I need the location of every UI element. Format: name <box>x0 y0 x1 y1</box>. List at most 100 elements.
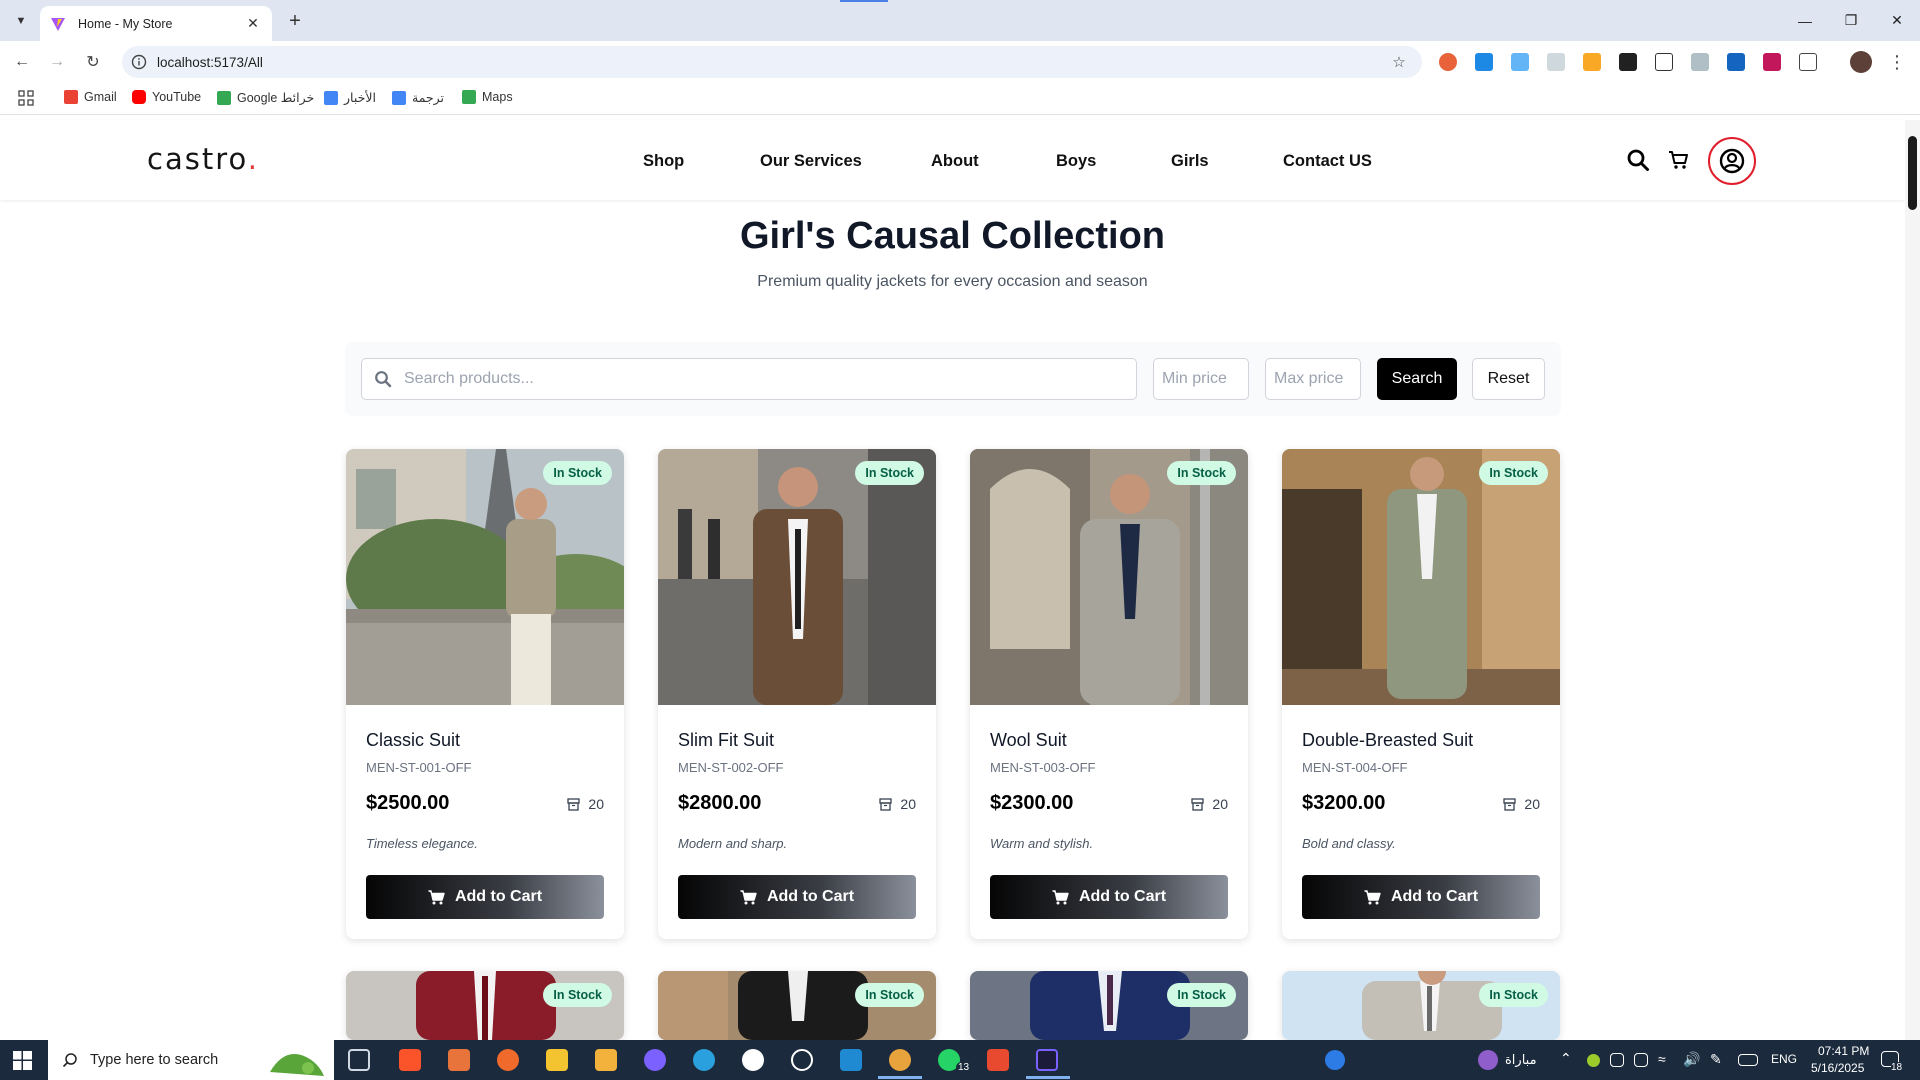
tray-app-icon[interactable] <box>1587 1054 1600 1067</box>
store-logo[interactable]: castro. <box>147 142 259 176</box>
sticky-notes-icon[interactable] <box>546 1049 568 1071</box>
reset-button[interactable]: Reset <box>1472 358 1545 400</box>
extension-ruler-icon[interactable] <box>1583 53 1601 71</box>
site-info-icon[interactable] <box>131 54 147 70</box>
url-text[interactable]: localhost:5173/All <box>157 55 1388 70</box>
bookmark-google-maps[interactable]: Google خرائط <box>217 90 314 105</box>
reload-icon[interactable]: ↻ <box>80 49 106 75</box>
profile-avatar[interactable] <box>1850 51 1872 73</box>
address-bar[interactable]: localhost:5173/All ☆ <box>122 46 1422 78</box>
apps-grid-icon[interactable] <box>18 90 34 106</box>
add-to-cart-button[interactable]: Add to Cart <box>678 875 916 919</box>
bookmark-gmail[interactable]: Gmail <box>64 90 117 104</box>
add-to-cart-button[interactable]: Add to Cart <box>990 875 1228 919</box>
product-name[interactable]: Slim Fit Suit <box>678 730 774 751</box>
nav-boys[interactable]: Boys <box>1056 152 1096 171</box>
page-scrollbar[interactable] <box>1905 120 1920 1040</box>
extension-downloader-icon[interactable] <box>1763 53 1781 71</box>
product-name[interactable]: Classic Suit <box>366 730 460 751</box>
bookmark-star-icon[interactable]: ☆ <box>1388 53 1410 71</box>
task-view-icon[interactable] <box>348 1049 370 1071</box>
search-input[interactable] <box>404 370 1136 388</box>
product-image[interactable]: In Stock <box>658 449 936 705</box>
extension-download-icon[interactable] <box>1475 53 1493 71</box>
browser-menu-icon[interactable]: ⋮ <box>1884 49 1910 75</box>
min-price-input[interactable] <box>1153 358 1249 400</box>
tab-close-icon[interactable]: ✕ <box>244 15 262 32</box>
bookmark-maps[interactable]: Maps <box>462 90 513 104</box>
tray-meet-icon[interactable] <box>1610 1053 1624 1067</box>
product-card[interactable]: In Stock Classic Suit MEN-ST-001-OFF $25… <box>346 449 624 939</box>
browser-tab-active[interactable]: Home - My Store ✕ <box>40 6 272 41</box>
scrollbar-thumb[interactable] <box>1908 136 1917 210</box>
bookmark-news[interactable]: الأخبار <box>324 90 376 105</box>
windows-start-icon[interactable] <box>13 1051 32 1070</box>
weather-widget-icon[interactable] <box>1478 1050 1498 1070</box>
product-image[interactable]: In Stock <box>1282 449 1560 705</box>
wifi-icon[interactable]: ≈ <box>1658 1051 1666 1067</box>
product-image[interactable]: In Stock <box>658 971 936 1040</box>
extension-save-icon[interactable] <box>1727 53 1745 71</box>
restore-button[interactable]: ❐ <box>1828 0 1874 41</box>
chatgpt-icon[interactable] <box>791 1049 813 1071</box>
extensions-puzzle-icon[interactable] <box>1799 53 1817 71</box>
weather-label[interactable]: مباراة <box>1505 1052 1537 1068</box>
product-name[interactable]: Double-Breasted Suit <box>1302 730 1473 751</box>
phpstorm-icon[interactable] <box>1036 1049 1058 1071</box>
copilot-icon[interactable] <box>644 1049 666 1071</box>
language-indicator[interactable]: ENG <box>1771 1052 1797 1066</box>
product-card[interactable]: In Stock Slim Fit Suit MEN-ST-002-OFF $2… <box>658 449 936 939</box>
add-to-cart-button[interactable]: Add to Cart <box>366 875 604 919</box>
file-explorer-icon[interactable] <box>595 1049 617 1071</box>
postman-icon[interactable] <box>497 1049 519 1071</box>
product-card[interactable]: In Stock <box>658 971 936 1040</box>
chrome-icon[interactable] <box>889 1049 911 1071</box>
extension-font-icon[interactable] <box>1547 53 1565 71</box>
xampp-icon[interactable] <box>448 1049 470 1071</box>
forward-arrow-icon[interactable]: → <box>44 49 70 75</box>
minimize-button[interactable]: — <box>1782 0 1828 41</box>
bookmark-translate[interactable]: ترجمة <box>392 90 444 105</box>
brave-icon[interactable] <box>399 1049 421 1071</box>
extension-function-icon[interactable] <box>1619 53 1637 71</box>
nav-contact-us[interactable]: Contact US <box>1283 152 1372 171</box>
product-image[interactable]: In Stock <box>970 449 1248 705</box>
product-search-field[interactable] <box>361 358 1137 400</box>
clock-time[interactable]: 07:41 PM <box>1818 1044 1869 1058</box>
product-name[interactable]: Wool Suit <box>990 730 1067 751</box>
nav-our-services[interactable]: Our Services <box>760 152 862 171</box>
product-card[interactable]: In Stock <box>346 971 624 1040</box>
nav-about[interactable]: About <box>931 152 979 171</box>
tray-chevron-icon[interactable]: ⌃ <box>1560 1050 1572 1067</box>
telegram-icon[interactable] <box>693 1049 715 1071</box>
clock-date[interactable]: 5/16/2025 <box>1811 1061 1864 1075</box>
account-button[interactable] <box>1708 137 1756 185</box>
extension-image-icon[interactable] <box>1655 53 1673 71</box>
nav-shop[interactable]: Shop <box>643 152 684 171</box>
max-price-input[interactable] <box>1265 358 1361 400</box>
extension-camera-icon[interactable] <box>1691 53 1709 71</box>
vscode-icon[interactable] <box>840 1049 862 1071</box>
tab-search-chevron-icon[interactable]: ▼ <box>10 10 32 32</box>
volume-icon[interactable]: 🔊 <box>1683 1051 1700 1068</box>
github-icon[interactable] <box>742 1049 764 1071</box>
back-arrow-icon[interactable]: ← <box>9 49 35 75</box>
search-button[interactable]: Search <box>1377 358 1457 400</box>
add-to-cart-button[interactable]: Add to Cart <box>1302 875 1540 919</box>
wps-icon[interactable] <box>987 1049 1009 1071</box>
taskbar-search-box[interactable]: Type here to search <box>48 1040 334 1080</box>
nav-girls[interactable]: Girls <box>1171 152 1209 171</box>
bookmark-youtube[interactable]: YouTube <box>132 90 201 104</box>
cart-icon[interactable] <box>1667 148 1691 172</box>
product-image[interactable]: In Stock <box>346 971 624 1040</box>
new-tab-button[interactable]: + <box>282 8 308 34</box>
product-card[interactable]: In Stock <box>970 971 1248 1040</box>
product-card[interactable]: In Stock <box>1282 971 1560 1040</box>
pen-icon[interactable]: ✎ <box>1710 1051 1722 1068</box>
battery-icon[interactable] <box>1634 1053 1648 1067</box>
extension-firefox-icon[interactable] <box>1439 53 1457 71</box>
help-icon[interactable] <box>1325 1050 1345 1070</box>
product-image[interactable]: In Stock <box>1282 971 1560 1040</box>
extension-docs-icon[interactable] <box>1511 53 1529 71</box>
search-icon[interactable] <box>1626 148 1650 172</box>
